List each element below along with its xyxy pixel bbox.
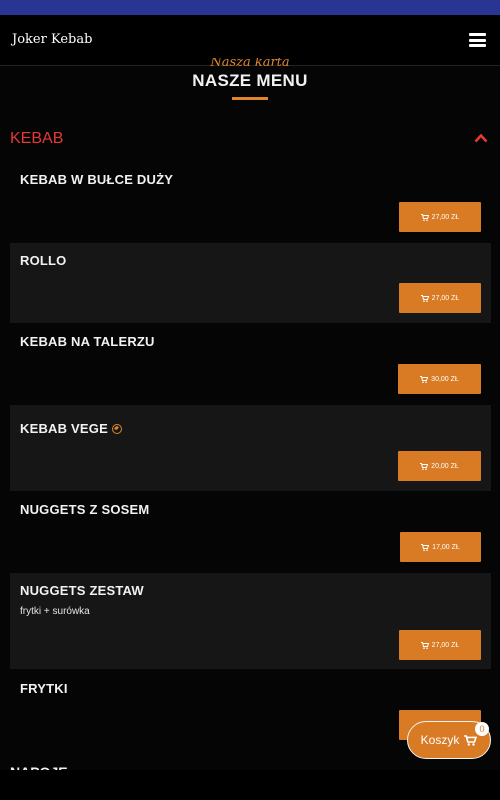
add-to-cart-button[interactable]: 20,00 ZŁ: [398, 451, 481, 481]
item-description: frytki + surówka: [20, 606, 90, 617]
cart-label: Koszyk: [420, 733, 460, 747]
item-name: KEBAB W BUŁCE DUŻY: [20, 172, 174, 187]
hamburger-icon[interactable]: [469, 33, 486, 47]
item-name: KEBAB VEGE: [20, 421, 122, 436]
cart-icon: [420, 294, 429, 302]
item-name: KEBAB NA TALERZU: [20, 334, 155, 349]
add-to-cart-button[interactable]: 27,00 ZŁ: [399, 283, 481, 313]
bottom-bar: [0, 770, 500, 800]
menu-item: KEBAB W BUŁCE DUŻY 27,00 ZŁ: [10, 162, 491, 242]
cart-icon: [464, 734, 478, 746]
cart-count-badge: 0: [475, 722, 489, 736]
item-price: 27,00 ZŁ: [431, 294, 460, 302]
cart-icon: [421, 543, 430, 551]
cart-icon: [420, 375, 429, 383]
item-name: NUGGETS ZESTAW: [20, 583, 144, 598]
cart-icon: [420, 213, 429, 221]
cart-icon: [420, 641, 429, 649]
top-status-strip: [0, 0, 500, 15]
item-name-text: KEBAB VEGE: [20, 421, 108, 436]
item-name: NUGGETS Z SOSEM: [20, 502, 150, 517]
menu-item: KEBAB NA TALERZU 30,00 ZŁ: [10, 324, 491, 404]
add-to-cart-button[interactable]: 27,00 ZŁ: [399, 630, 481, 660]
item-price: 27,00 ZŁ: [431, 213, 460, 221]
menu-item: KEBAB VEGE 20,00 ZŁ: [10, 405, 491, 491]
item-price: 20,00 ZŁ: [431, 462, 459, 470]
item-price: 17,00 ZŁ: [432, 543, 460, 551]
add-to-cart-button[interactable]: 17,00 ZŁ: [400, 532, 481, 562]
add-to-cart-button[interactable]: 30,00 ZŁ: [398, 364, 481, 394]
menu-item: ROLLO 27,00 ZŁ: [10, 243, 491, 323]
section-script-text: Nasza karta: [210, 58, 290, 68]
cart-button[interactable]: Koszyk 0: [407, 721, 491, 759]
menu-item: NUGGETS Z SOSEM 17,00 ZŁ: [10, 492, 491, 572]
item-name: ROLLO: [20, 253, 67, 268]
category-title[interactable]: KEBAB: [10, 130, 63, 148]
page-title: NASZE MENU: [192, 71, 308, 90]
item-name: FRYTKI: [20, 681, 68, 696]
brand-logo[interactable]: Joker Kebab: [12, 32, 92, 47]
item-price: 27,00 ZŁ: [431, 641, 460, 649]
vegetarian-leaf-icon: [111, 424, 122, 434]
cart-icon: [420, 462, 429, 470]
item-price: 30,00 ZŁ: [431, 375, 459, 383]
chevron-up-icon[interactable]: [474, 133, 488, 143]
add-to-cart-button[interactable]: 27,00 ZŁ: [399, 202, 481, 232]
title-underline: [232, 97, 268, 100]
menu-item: NUGGETS ZESTAW frytki + surówka 27,00 ZŁ: [10, 573, 491, 669]
